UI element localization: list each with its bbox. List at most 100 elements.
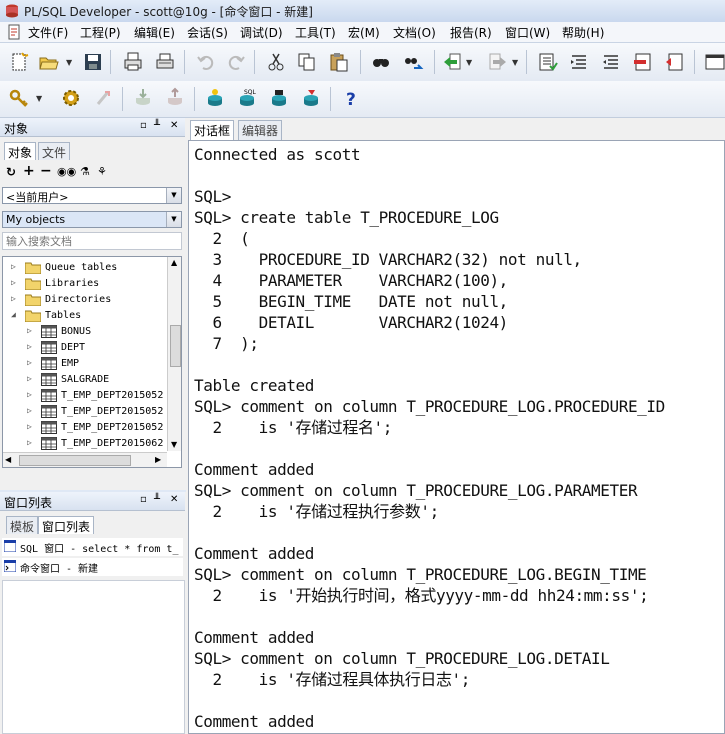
print-preview-icon[interactable] <box>154 51 176 73</box>
toggle-comment-icon[interactable] <box>600 51 622 73</box>
sql-icon[interactable]: SQL <box>236 87 258 109</box>
scroll-left-icon[interactable]: ◀ <box>5 455 11 464</box>
close-window-icon[interactable] <box>664 51 686 73</box>
menu-document[interactable]: 文档(O) <box>393 24 436 41</box>
back-icon[interactable] <box>442 51 464 73</box>
key-icon[interactable] <box>8 87 30 109</box>
panel-restore-icon[interactable]: ▫ <box>140 494 147 505</box>
expand-icon[interactable]: ▷ <box>27 327 35 335</box>
expand-icon[interactable]: ▷ <box>27 391 35 399</box>
tab-window-list[interactable]: 窗口列表 <box>38 516 95 534</box>
menu-project[interactable]: 工程(P) <box>80 24 121 41</box>
sql-window-icon[interactable] <box>204 87 226 109</box>
output-line: SQL> <box>194 187 231 206</box>
expand-icon[interactable]: ▷ <box>11 295 19 303</box>
chevron-down-icon[interactable]: ▼ <box>166 188 181 203</box>
menu-file[interactable]: 文件(F) <box>28 24 68 41</box>
rollback-icon[interactable] <box>164 87 186 109</box>
clear-icon[interactable] <box>632 51 654 73</box>
indent-icon[interactable] <box>536 51 558 73</box>
expand-icon[interactable]: ▷ <box>27 343 35 351</box>
add-icon[interactable]: + <box>23 163 35 179</box>
expand-icon[interactable]: ▷ <box>27 359 35 367</box>
filter-edit-icon[interactable]: ⚘ <box>97 165 107 178</box>
gear-execute-icon[interactable] <box>60 87 82 109</box>
object-search-input[interactable] <box>3 233 179 249</box>
object-search-field[interactable] <box>2 232 182 250</box>
find-icon[interactable] <box>370 51 392 73</box>
scroll-down-icon[interactable]: ▼ <box>171 440 177 449</box>
find-icon[interactable]: ◉◉ <box>57 165 76 178</box>
output-line: 5 BEGIN_TIME DATE not null, <box>194 292 508 311</box>
object-tree[interactable]: ▷ Queue tables ▷ Libraries ▷ Directories ◢ Tabl… <box>2 256 182 468</box>
document-menu-icon[interactable] <box>6 24 22 40</box>
expand-icon[interactable]: ▷ <box>27 375 35 383</box>
save-icon[interactable] <box>82 51 104 73</box>
menu-macro[interactable]: 宏(M) <box>348 24 380 41</box>
scroll-thumb[interactable] <box>19 455 131 466</box>
open-icon[interactable] <box>38 51 60 73</box>
output-line: 2 is '存储过程具体执行日志'; <box>194 670 471 689</box>
expand-icon[interactable]: ▷ <box>11 263 19 271</box>
close-icon[interactable]: ✕ <box>170 494 178 505</box>
pin-icon[interactable]: ╨ <box>154 494 160 505</box>
menu-debug[interactable]: 调试(D) <box>240 24 283 41</box>
user-combo[interactable]: <当前用户> ▼ <box>2 187 182 204</box>
chevron-down-icon[interactable]: ▼ <box>166 212 181 227</box>
pin-icon[interactable]: ╨ <box>154 120 160 131</box>
tree-horizontal-scrollbar[interactable]: ◀ ▶ <box>3 452 167 467</box>
paste-icon[interactable] <box>328 51 350 73</box>
redo-icon[interactable] <box>225 51 247 73</box>
refresh-icon[interactable]: ↻ <box>6 165 16 179</box>
window-layout-icon[interactable] <box>703 51 725 73</box>
open-dropdown-icon[interactable]: ▼ <box>66 58 74 67</box>
command-output[interactable]: Connected as scott SQL> SQL> create table … <box>188 140 725 734</box>
unindent-icon[interactable] <box>568 51 590 73</box>
break-icon[interactable] <box>92 87 114 109</box>
scroll-thumb[interactable] <box>170 325 181 367</box>
tab-objects[interactable]: 对象 <box>4 142 37 160</box>
expand-icon[interactable]: ▷ <box>27 439 35 447</box>
menu-edit[interactable]: 编辑(E) <box>134 24 175 41</box>
print-icon[interactable] <box>122 51 144 73</box>
panel-restore-icon[interactable]: ▫ <box>140 120 147 131</box>
table-icon <box>41 325 57 338</box>
commit-icon[interactable] <box>132 87 154 109</box>
command-window-icon[interactable] <box>268 87 290 109</box>
copy-icon[interactable] <box>296 51 318 73</box>
scroll-right-icon[interactable]: ▶ <box>155 455 161 464</box>
cut-icon[interactable] <box>265 51 287 73</box>
filter-icon[interactable]: ⚗ <box>80 165 90 178</box>
tab-dialog[interactable]: 对话框 <box>190 120 235 140</box>
remove-icon[interactable]: − <box>40 163 52 179</box>
key-dropdown-icon[interactable]: ▼ <box>36 94 44 103</box>
back-dropdown-icon[interactable]: ▼ <box>466 58 474 67</box>
table-icon <box>41 373 57 386</box>
menu-tools[interactable]: 工具(T) <box>295 24 336 41</box>
db-icon[interactable] <box>300 87 322 109</box>
scroll-up-icon[interactable]: ▲ <box>171 258 177 267</box>
forward-icon[interactable] <box>486 51 508 73</box>
expand-icon[interactable]: ▷ <box>27 407 35 415</box>
help-icon[interactable]: ? <box>340 87 362 109</box>
menu-session[interactable]: 会话(S) <box>187 24 228 41</box>
new-icon[interactable] <box>8 51 30 73</box>
tree-vertical-scrollbar[interactable]: ▲ ▼ <box>167 257 181 451</box>
menu-window[interactable]: 窗口(W) <box>505 24 550 41</box>
undo-icon[interactable] <box>195 51 217 73</box>
expand-icon[interactable]: ▷ <box>11 279 19 287</box>
tab-templates[interactable]: 模板 <box>6 516 39 534</box>
menu-report[interactable]: 报告(R) <box>450 24 492 41</box>
window-list-item[interactable]: SQL 窗口 - select * from t_ <box>2 538 183 556</box>
collapse-icon[interactable]: ◢ <box>11 311 19 319</box>
close-icon[interactable]: ✕ <box>170 120 178 131</box>
tab-files[interactable]: 文件 <box>38 142 71 160</box>
forward-dropdown-icon[interactable]: ▼ <box>512 58 520 67</box>
window-list-item[interactable]: 命令窗口 - 新建 <box>2 558 183 576</box>
menu-help[interactable]: 帮助(H) <box>562 24 604 41</box>
tab-editor[interactable]: 编辑器 <box>238 120 283 140</box>
expand-icon[interactable]: ▷ <box>27 423 35 431</box>
replace-icon[interactable] <box>402 51 424 73</box>
object-filter-combo[interactable]: My objects ▼ <box>2 211 182 228</box>
session-toolbar: ▼ SQL ? <box>0 81 725 118</box>
